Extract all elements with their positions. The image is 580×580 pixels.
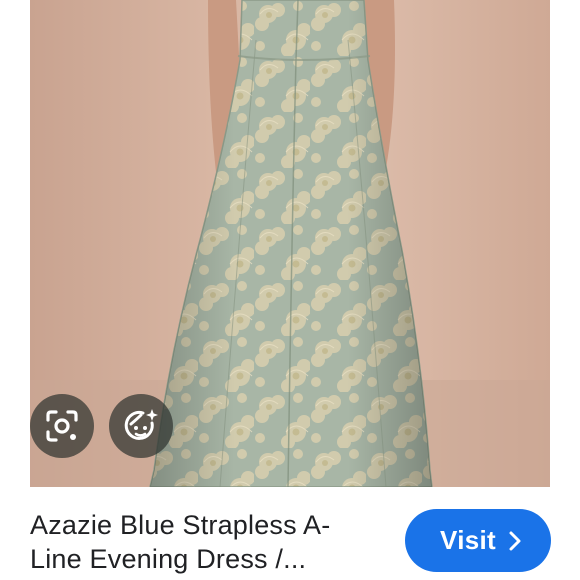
face-sparkle-button[interactable]: [109, 394, 173, 458]
visit-button[interactable]: Visit: [405, 509, 551, 572]
product-image[interactable]: [30, 0, 550, 487]
result-title-line-1: Azazie Blue Strapless A-: [30, 510, 331, 540]
result-title[interactable]: Azazie Blue Strapless A- Line Evening Dr…: [30, 508, 380, 576]
screen: Azazie Blue Strapless A- Line Evening Dr…: [0, 0, 580, 580]
visit-button-label: Visit: [440, 525, 496, 555]
chevron-right-icon: [509, 531, 521, 550]
face-sparkle-icon: [124, 409, 158, 440]
dress-illustration: [30, 0, 550, 487]
lens-search-icon: [46, 410, 78, 442]
lens-search-button[interactable]: [30, 394, 94, 458]
result-title-line-2: Line Evening Dress /...: [30, 544, 307, 574]
